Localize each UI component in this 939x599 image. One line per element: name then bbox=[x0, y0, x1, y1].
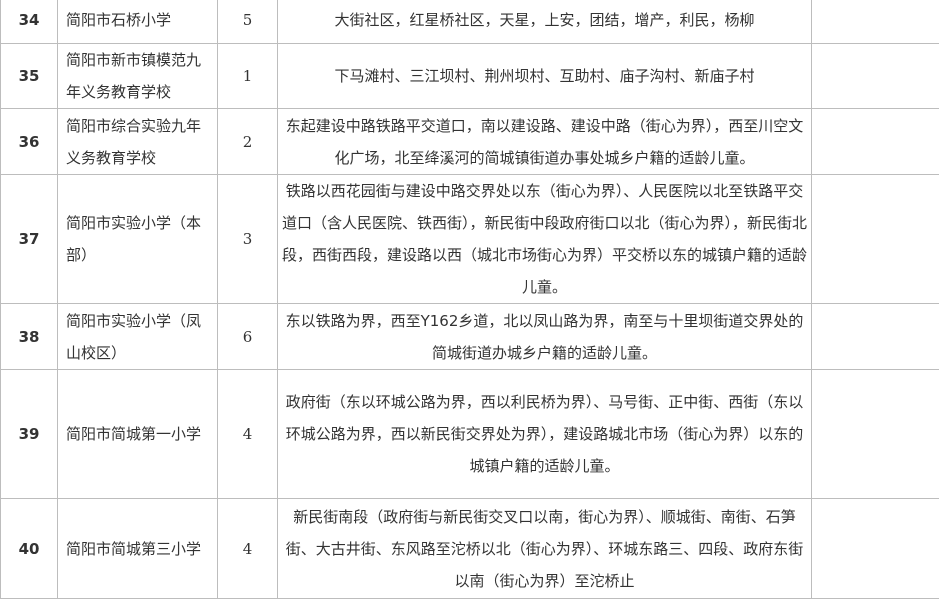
school-count: 4 bbox=[218, 370, 278, 499]
table-row: 36 简阳市综合实验九年义务教育学校 2 东起建设中路铁路平交道口，南以建设路、… bbox=[1, 109, 939, 175]
table-row: 35 简阳市新市镇模范九年义务教育学校 1 下马滩村、三江坝村、荆州坝村、互助村… bbox=[1, 44, 939, 109]
row-number: 39 bbox=[1, 370, 58, 499]
row-number: 34 bbox=[1, 0, 58, 44]
empty-cell bbox=[812, 370, 939, 499]
school-count: 3 bbox=[218, 175, 278, 304]
school-count: 5 bbox=[218, 0, 278, 44]
school-name: 简阳市简城第一小学 bbox=[58, 370, 218, 499]
school-name: 简阳市石桥小学 bbox=[58, 0, 218, 44]
school-name: 简阳市实验小学（凤山校区） bbox=[58, 304, 218, 370]
school-name: 简阳市实验小学（本部） bbox=[58, 175, 218, 304]
enrollment-area: 东起建设中路铁路平交道口，南以建设路、建设中路（街心为界），西至川空文化广场，北… bbox=[278, 109, 812, 175]
row-number: 37 bbox=[1, 175, 58, 304]
enrollment-area: 政府街（东以环城公路为界，西以利民桥为界）、马号街、正中街、西街（东以环城公路为… bbox=[278, 370, 812, 499]
table-row: 37 简阳市实验小学（本部） 3 铁路以西花园街与建设中路交界处以东（街心为界）… bbox=[1, 175, 939, 304]
row-number: 40 bbox=[1, 499, 58, 599]
school-count: 1 bbox=[218, 44, 278, 109]
empty-cell bbox=[812, 0, 939, 44]
table-row: 40 简阳市简城第三小学 4 新民街南段（政府街与新民街交叉口以南，街心为界）、… bbox=[1, 499, 939, 599]
empty-cell bbox=[812, 499, 939, 599]
school-count: 6 bbox=[218, 304, 278, 370]
table-row: 38 简阳市实验小学（凤山校区） 6 东以铁路为界，西至Y162乡道，北以凤山路… bbox=[1, 304, 939, 370]
school-name: 简阳市新市镇模范九年义务教育学校 bbox=[58, 44, 218, 109]
empty-cell bbox=[812, 304, 939, 370]
school-name: 简阳市综合实验九年义务教育学校 bbox=[58, 109, 218, 175]
enrollment-area: 新民街南段（政府街与新民街交叉口以南，街心为界）、顺城街、南街、石笋街、大古井街… bbox=[278, 499, 812, 599]
enrollment-area: 东以铁路为界，西至Y162乡道，北以凤山路为界，南至与十里坝街道交界处的简城街道… bbox=[278, 304, 812, 370]
table-row: 34 简阳市石桥小学 5 大街社区，红星桥社区，天星，上安，团结，增产，利民，杨… bbox=[1, 0, 939, 44]
enrollment-area: 下马滩村、三江坝村、荆州坝村、互助村、庙子沟村、新庙子村 bbox=[278, 44, 812, 109]
row-number: 36 bbox=[1, 109, 58, 175]
row-number: 35 bbox=[1, 44, 58, 109]
school-district-table: 34 简阳市石桥小学 5 大街社区，红星桥社区，天星，上安，团结，增产，利民，杨… bbox=[0, 0, 939, 599]
school-name: 简阳市简城第三小学 bbox=[58, 499, 218, 599]
school-count: 2 bbox=[218, 109, 278, 175]
empty-cell bbox=[812, 175, 939, 304]
empty-cell bbox=[812, 44, 939, 109]
school-count: 4 bbox=[218, 499, 278, 599]
empty-cell bbox=[812, 109, 939, 175]
enrollment-area: 铁路以西花园街与建设中路交界处以东（街心为界）、人民医院以北至铁路平交道口（含人… bbox=[278, 175, 812, 304]
row-number: 38 bbox=[1, 304, 58, 370]
table-row: 39 简阳市简城第一小学 4 政府街（东以环城公路为界，西以利民桥为界）、马号街… bbox=[1, 370, 939, 499]
enrollment-area: 大街社区，红星桥社区，天星，上安，团结，增产，利民，杨柳 bbox=[278, 0, 812, 44]
